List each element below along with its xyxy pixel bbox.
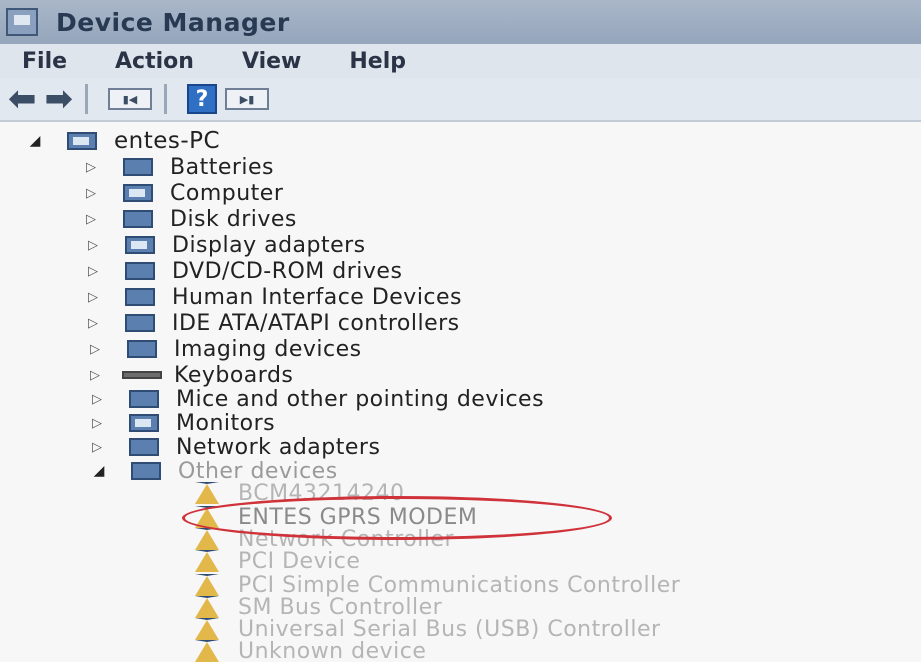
category-label: DVD/CD-ROM drives [172,258,403,284]
expand-triangle-icon[interactable]: ▷ [86,238,100,253]
expand-triangle-icon[interactable]: ▷ [86,264,100,279]
tree-category[interactable]: ▷ DVD/CD-ROM drives [86,258,402,284]
warning-device-icon [182,506,232,528]
tree-category[interactable]: ▷ Computer [84,180,283,206]
forward-arrow-icon[interactable]: ➡ [45,82,74,116]
category-label: IDE ATA/ATAPI controllers [172,310,460,336]
tree-device[interactable]: Unknown device [182,638,426,662]
tree-category[interactable]: ▷ Mice and other pointing devices [90,386,544,412]
tree-category[interactable]: ▷ Batteries [84,154,274,180]
window-title: Device Manager [56,7,290,37]
tree-category[interactable]: ▷ Network adapters [90,434,380,460]
category-label: Network adapters [176,434,381,460]
collapse-triangle-icon[interactable]: ◢ [28,133,42,149]
expand-triangle-icon[interactable]: ▷ [84,212,98,227]
toolbar-separator [164,84,167,114]
warning-device-icon [182,528,232,550]
expand-triangle-icon[interactable]: ▷ [90,440,104,455]
warning-device-icon [182,482,232,504]
tree-category[interactable]: ▷ Imaging devices [88,336,362,362]
category-label: Human Interface Devices [172,284,463,310]
category-label: Display adapters [172,232,366,258]
tree-category[interactable]: ▷ Monitors [90,410,275,436]
device-manager-icon [6,8,38,36]
category-label: Batteries [170,154,275,180]
toolbar: ⬅ ➡ ▮◀ ? ▶▮ [0,78,921,122]
properties-icon[interactable]: ▶▮ [225,88,269,110]
back-arrow-icon[interactable]: ⬅ [8,82,37,116]
category-label: Imaging devices [174,336,362,362]
hid-icon [114,286,166,308]
menu-view[interactable]: View [218,49,325,74]
expand-triangle-icon[interactable]: ▷ [86,290,100,305]
expand-triangle-icon[interactable]: ▷ [88,342,102,357]
warning-device-icon [182,550,232,572]
tree-category[interactable]: ▷ Display adapters [86,232,366,258]
device-label: PCI Device [238,548,361,574]
tree-root-label: entes-PC [114,128,221,154]
keyboard-icon [116,364,168,386]
computer-icon [112,182,164,204]
computer-icon [56,130,108,152]
device-label: BCM43214240 [238,480,405,506]
ide-controller-icon [114,312,166,334]
tree-device[interactable]: BCM43214240 [182,480,405,506]
menu-bar: File Action View Help [0,44,921,78]
monitor-icon [118,412,170,434]
category-label: Disk drives [170,206,297,232]
dvd-drive-icon [114,260,166,282]
expand-triangle-icon[interactable]: ▷ [86,316,100,331]
toolbar-separator [85,84,88,114]
disk-drive-icon [112,208,164,230]
warning-device-icon [182,618,232,640]
battery-icon [112,156,164,178]
other-devices-icon [120,460,172,482]
expand-triangle-icon[interactable]: ▷ [84,160,98,175]
title-bar: Device Manager [0,0,921,44]
tree-device[interactable]: PCI Device [182,548,360,574]
menu-file[interactable]: File [0,49,91,74]
menu-action[interactable]: Action [91,49,218,74]
collapse-triangle-icon[interactable]: ◢ [92,463,106,479]
network-adapter-icon [118,436,170,458]
tree-category[interactable]: ▷ IDE ATA/ATAPI controllers [86,310,460,336]
category-label: Mice and other pointing devices [176,386,545,412]
category-label: Monitors [176,410,276,436]
device-manager-window: Device Manager File Action View Help ⬅ ➡… [0,0,921,662]
tree-category[interactable]: ▷ Human Interface Devices [86,284,462,310]
category-label: Computer [170,180,284,206]
device-label: Unknown device [238,638,427,662]
tree-category[interactable]: ▷ Keyboards [88,362,293,388]
category-label: Keyboards [174,362,294,388]
warning-device-icon [182,596,232,618]
device-tree: ◢ entes-PC ▷ Batteries ▷ Computer ▷ Disk… [0,122,921,662]
show-hide-console-tree-icon[interactable]: ▮◀ [108,88,152,110]
help-icon[interactable]: ? [187,84,217,114]
expand-triangle-icon[interactable]: ▷ [90,392,104,407]
warning-device-icon [182,640,232,662]
tree-root[interactable]: ◢ entes-PC [28,128,220,154]
warning-device-icon [182,574,232,596]
menu-help[interactable]: Help [325,49,430,74]
expand-triangle-icon[interactable]: ▷ [90,416,104,431]
display-adapter-icon [114,234,166,256]
expand-triangle-icon[interactable]: ▷ [84,186,98,201]
mouse-icon [118,388,170,410]
expand-triangle-icon[interactable]: ▷ [88,368,102,383]
imaging-device-icon [116,338,168,360]
tree-category[interactable]: ▷ Disk drives [84,206,297,232]
